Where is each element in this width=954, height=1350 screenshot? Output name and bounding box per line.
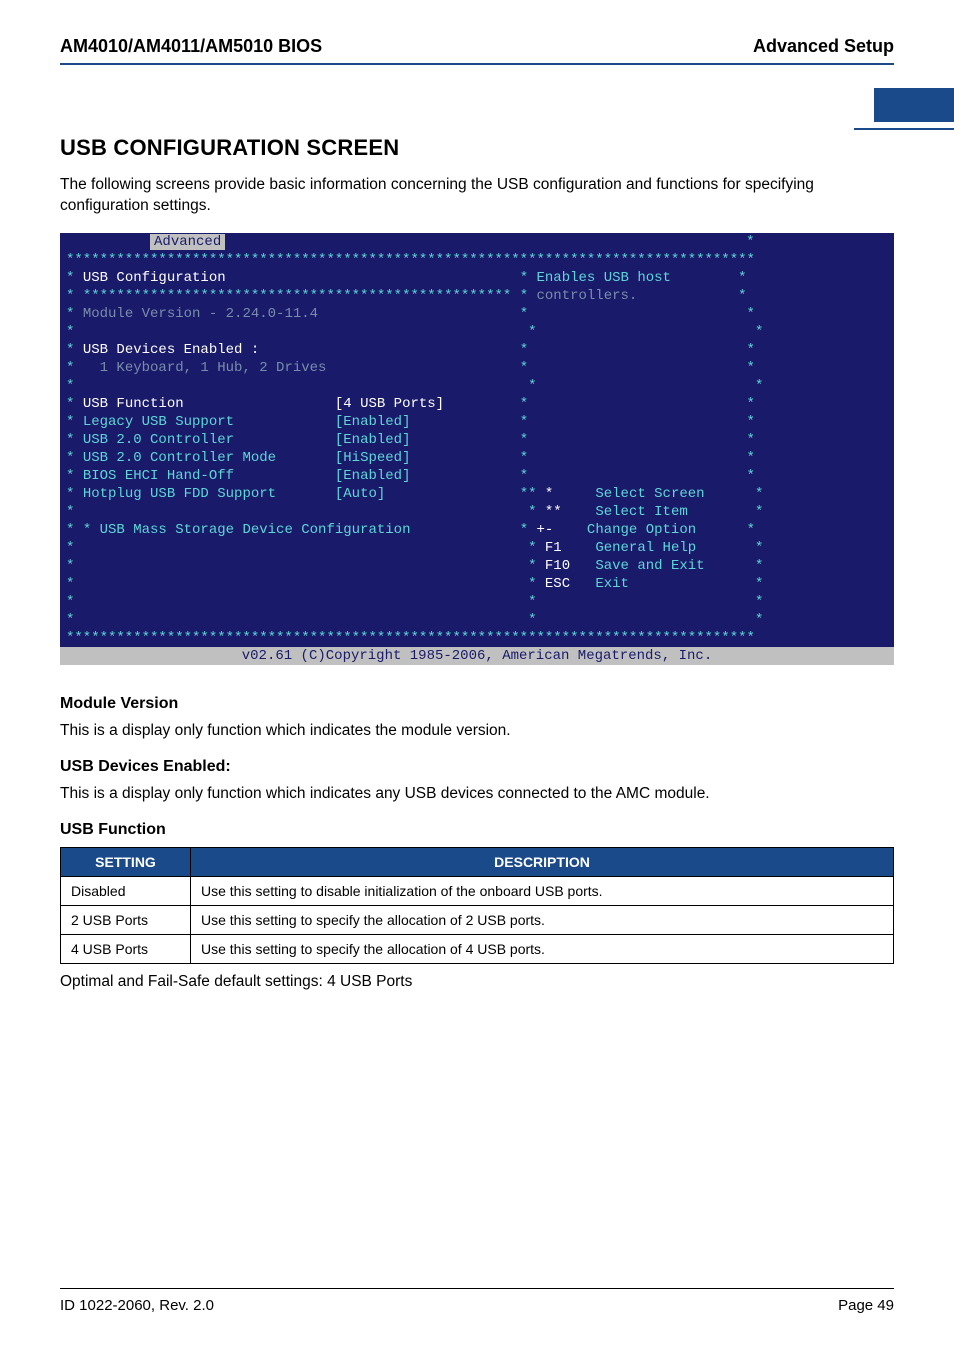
setting-cell: Disabled: [61, 876, 191, 905]
table-row: 4 USB PortsUse this setting to specify t…: [61, 934, 894, 963]
footer-right: Page 49: [838, 1297, 894, 1314]
description-cell: Use this setting to disable initializati…: [191, 876, 894, 905]
setting-cell: 4 USB Ports: [61, 934, 191, 963]
module-version-text: This is a display only function which in…: [60, 721, 894, 742]
header-right: Advanced Setup: [753, 36, 894, 57]
usb-function-heading: USB Function: [60, 821, 894, 839]
intro-paragraph: The following screens provide basic info…: [60, 175, 894, 217]
header-left: AM4010/AM4011/AM5010 BIOS: [60, 36, 322, 57]
col-description: DESCRIPTION: [191, 847, 894, 876]
page-header: AM4010/AM4011/AM5010 BIOS Advanced Setup: [60, 36, 894, 65]
table-row: 2 USB PortsUse this setting to specify t…: [61, 905, 894, 934]
bios-screenshot: Advanced *******************************…: [60, 233, 894, 665]
description-cell: Use this setting to specify the allocati…: [191, 934, 894, 963]
module-version-heading: Module Version: [60, 695, 894, 713]
description-cell: Use this setting to specify the allocati…: [191, 905, 894, 934]
col-setting: SETTING: [61, 847, 191, 876]
page-footer: ID 1022-2060, Rev. 2.0 Page 49: [60, 1288, 894, 1314]
usb-function-table: SETTING DESCRIPTION DisabledUse this set…: [60, 847, 894, 964]
corner-decoration: [844, 88, 954, 158]
defaults-note: Optimal and Fail-Safe default settings: …: [60, 972, 894, 993]
footer-left: ID 1022-2060, Rev. 2.0: [60, 1297, 214, 1314]
usb-devices-enabled-text: This is a display only function which in…: [60, 784, 894, 805]
table-row: DisabledUse this setting to disable init…: [61, 876, 894, 905]
section-title: USB CONFIGURATION SCREEN: [60, 135, 894, 161]
setting-cell: 2 USB Ports: [61, 905, 191, 934]
usb-devices-enabled-heading: USB Devices Enabled:: [60, 758, 894, 776]
